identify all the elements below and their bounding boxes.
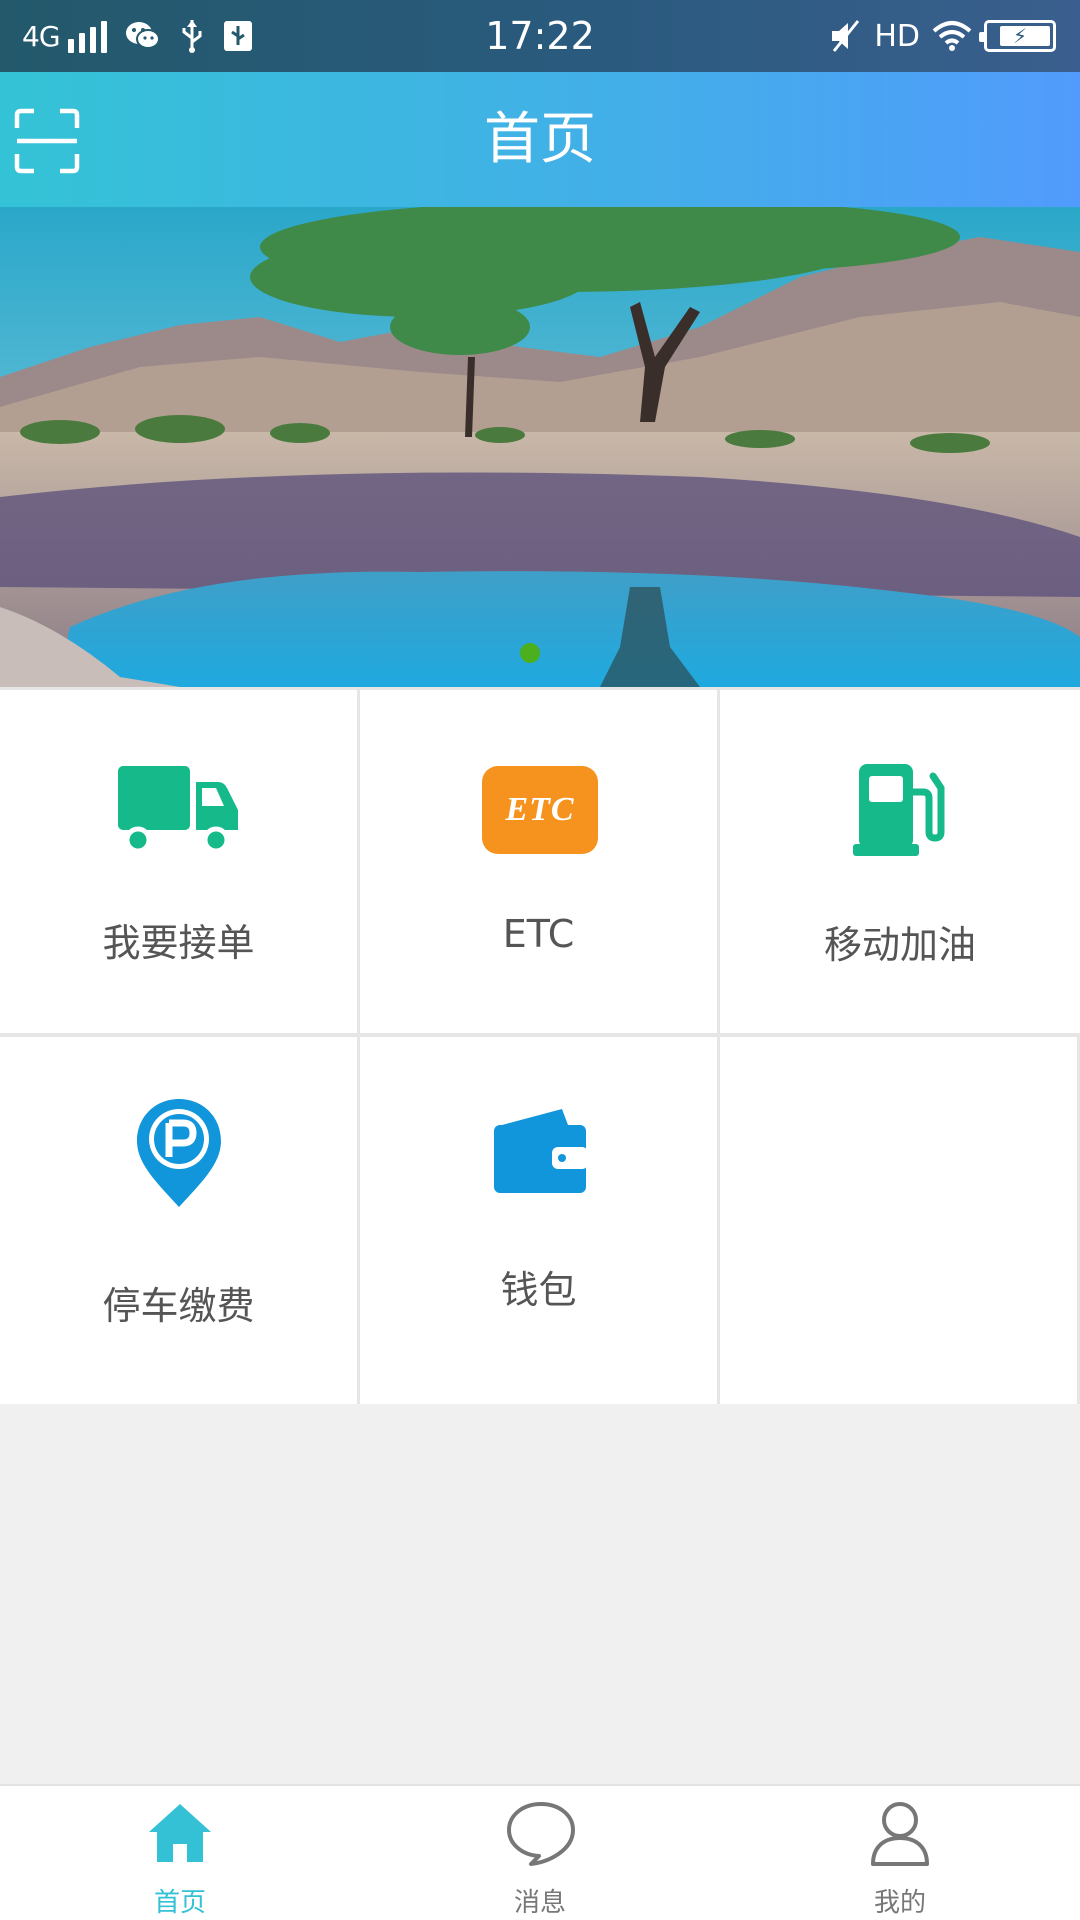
tab-me[interactable]: 我的: [720, 1786, 1080, 1920]
chat-bubble-icon: [507, 1802, 575, 1866]
etc-icon: ETC: [482, 766, 598, 854]
banner-image: [0, 207, 1080, 687]
grid-item-label: 移动加油: [823, 923, 976, 967]
page-title: 首页: [484, 107, 596, 172]
status-right: HD ⚡: [828, 0, 1056, 72]
tab-label: 我的: [873, 1888, 926, 1918]
fuel-pump-icon: [853, 764, 945, 856]
hd-indicator: HD: [874, 18, 920, 54]
tab-home[interactable]: 首页: [0, 1786, 360, 1920]
battery-icon: ⚡: [979, 20, 1056, 52]
grid-item-etc[interactable]: ETC ETC: [360, 690, 717, 1033]
carousel-indicator[interactable]: [520, 643, 540, 663]
parking-pin-icon: [137, 1099, 221, 1207]
tab-messages[interactable]: 消息: [360, 1786, 720, 1920]
feature-grid: 我要接单 ETC ETC 移动加油 停车缴费 钱包: [0, 687, 1080, 1404]
tab-label: 消息: [513, 1888, 566, 1918]
home-icon: [149, 1804, 211, 1862]
grid-item-label: ETC: [502, 912, 575, 956]
grid-item-orders[interactable]: 我要接单: [0, 690, 357, 1033]
grid-item-empty: [720, 1037, 1077, 1404]
user-icon: [871, 1802, 929, 1866]
mute-icon: [832, 20, 860, 52]
grid-item-label: 停车缴费: [102, 1284, 255, 1328]
truck-icon: [118, 766, 238, 854]
status-bar: 4G 17:22 HD ⚡: [0, 0, 1080, 72]
wifi-icon: [932, 21, 972, 51]
wallet-icon: [494, 1109, 588, 1193]
title-bar: 首页: [0, 72, 1080, 207]
grid-item-wallet[interactable]: 钱包: [360, 1037, 717, 1404]
tab-label: 首页: [153, 1888, 206, 1918]
bottom-nav: 首页 消息 我的: [0, 1784, 1080, 1920]
banner-carousel[interactable]: [0, 207, 1080, 687]
grid-item-parking[interactable]: 停车缴费: [0, 1037, 357, 1404]
grid-item-label: 我要接单: [102, 921, 255, 965]
grid-item-label: 钱包: [500, 1268, 577, 1312]
grid-item-refuel[interactable]: 移动加油: [720, 690, 1080, 1033]
